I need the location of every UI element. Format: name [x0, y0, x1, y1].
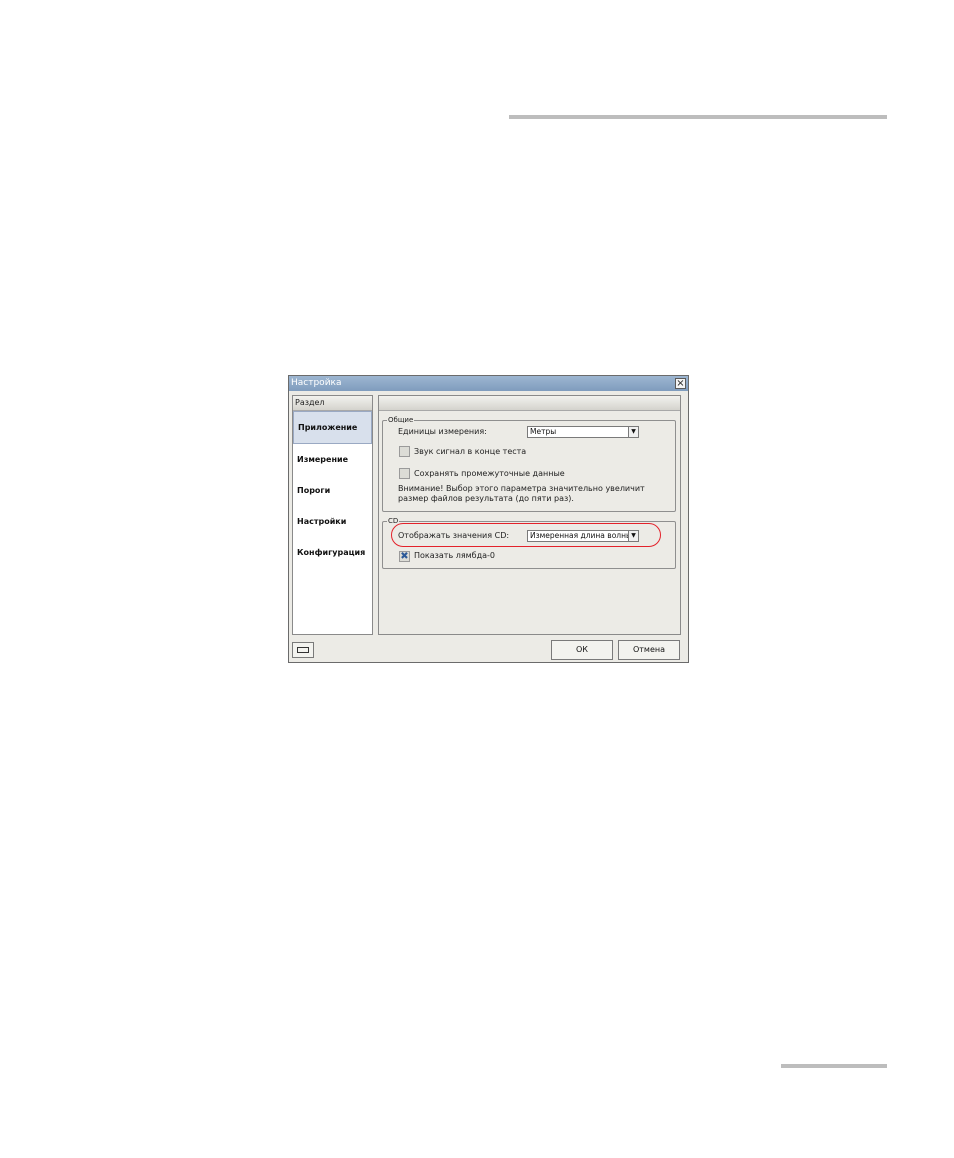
units-label: Единицы измерения:: [398, 427, 487, 436]
units-select-value: Метры: [530, 427, 557, 436]
units-select[interactable]: Метры ▼: [527, 426, 639, 438]
highlight-oval: [391, 523, 661, 547]
warning-line-1: Внимание! Выбор этого параметра значител…: [398, 484, 645, 493]
section-sidebar: Раздел Приложение Измерение Пороги Настр…: [292, 395, 373, 635]
page-rule-bottom: [781, 1064, 887, 1068]
sidebar-item-measurement[interactable]: Измерение: [293, 444, 372, 475]
show-lambda-checkbox[interactable]: ✖: [399, 551, 410, 562]
general-group-legend: Общие: [387, 415, 415, 425]
content-panel: Общие Единицы измерения: Метры ▼ Звук си…: [378, 395, 681, 635]
ok-button[interactable]: ОК: [551, 640, 613, 660]
sound-checkbox[interactable]: [399, 446, 410, 457]
settings-dialog: Настройка × Раздел Приложение Измерение …: [288, 375, 689, 663]
keyboard-button[interactable]: [292, 642, 314, 658]
cancel-button[interactable]: Отмена: [618, 640, 680, 660]
page-rule-top: [509, 115, 887, 119]
close-icon[interactable]: ×: [675, 378, 686, 389]
sidebar-item-thresholds[interactable]: Пороги: [293, 475, 372, 506]
show-lambda-label: Показать лямбда-0: [414, 551, 496, 560]
keyboard-icon: [297, 647, 309, 653]
cd-group: CD Отображать значения CD: Измеренная дл…: [382, 516, 676, 569]
warning-line-2: размер файлов результата (до пяти раз).: [398, 494, 574, 503]
content-header: [379, 396, 680, 411]
save-intermediate-label: Сохранять промежуточные данные: [414, 469, 565, 478]
sidebar-item-settings[interactable]: Настройки: [293, 506, 372, 537]
save-intermediate-checkbox[interactable]: [399, 468, 410, 479]
dialog-title: Настройка: [291, 378, 342, 388]
sidebar-header: Раздел: [293, 396, 372, 411]
sidebar-item-configuration[interactable]: Конфигурация: [293, 537, 372, 568]
sound-label: Звук сигнал в конце теста: [414, 447, 527, 456]
title-bar: Настройка ×: [289, 376, 688, 391]
sidebar-item-application[interactable]: Приложение: [293, 411, 372, 444]
general-group: Общие Единицы измерения: Метры ▼ Звук си…: [382, 415, 676, 512]
chevron-down-icon[interactable]: ▼: [628, 427, 638, 437]
